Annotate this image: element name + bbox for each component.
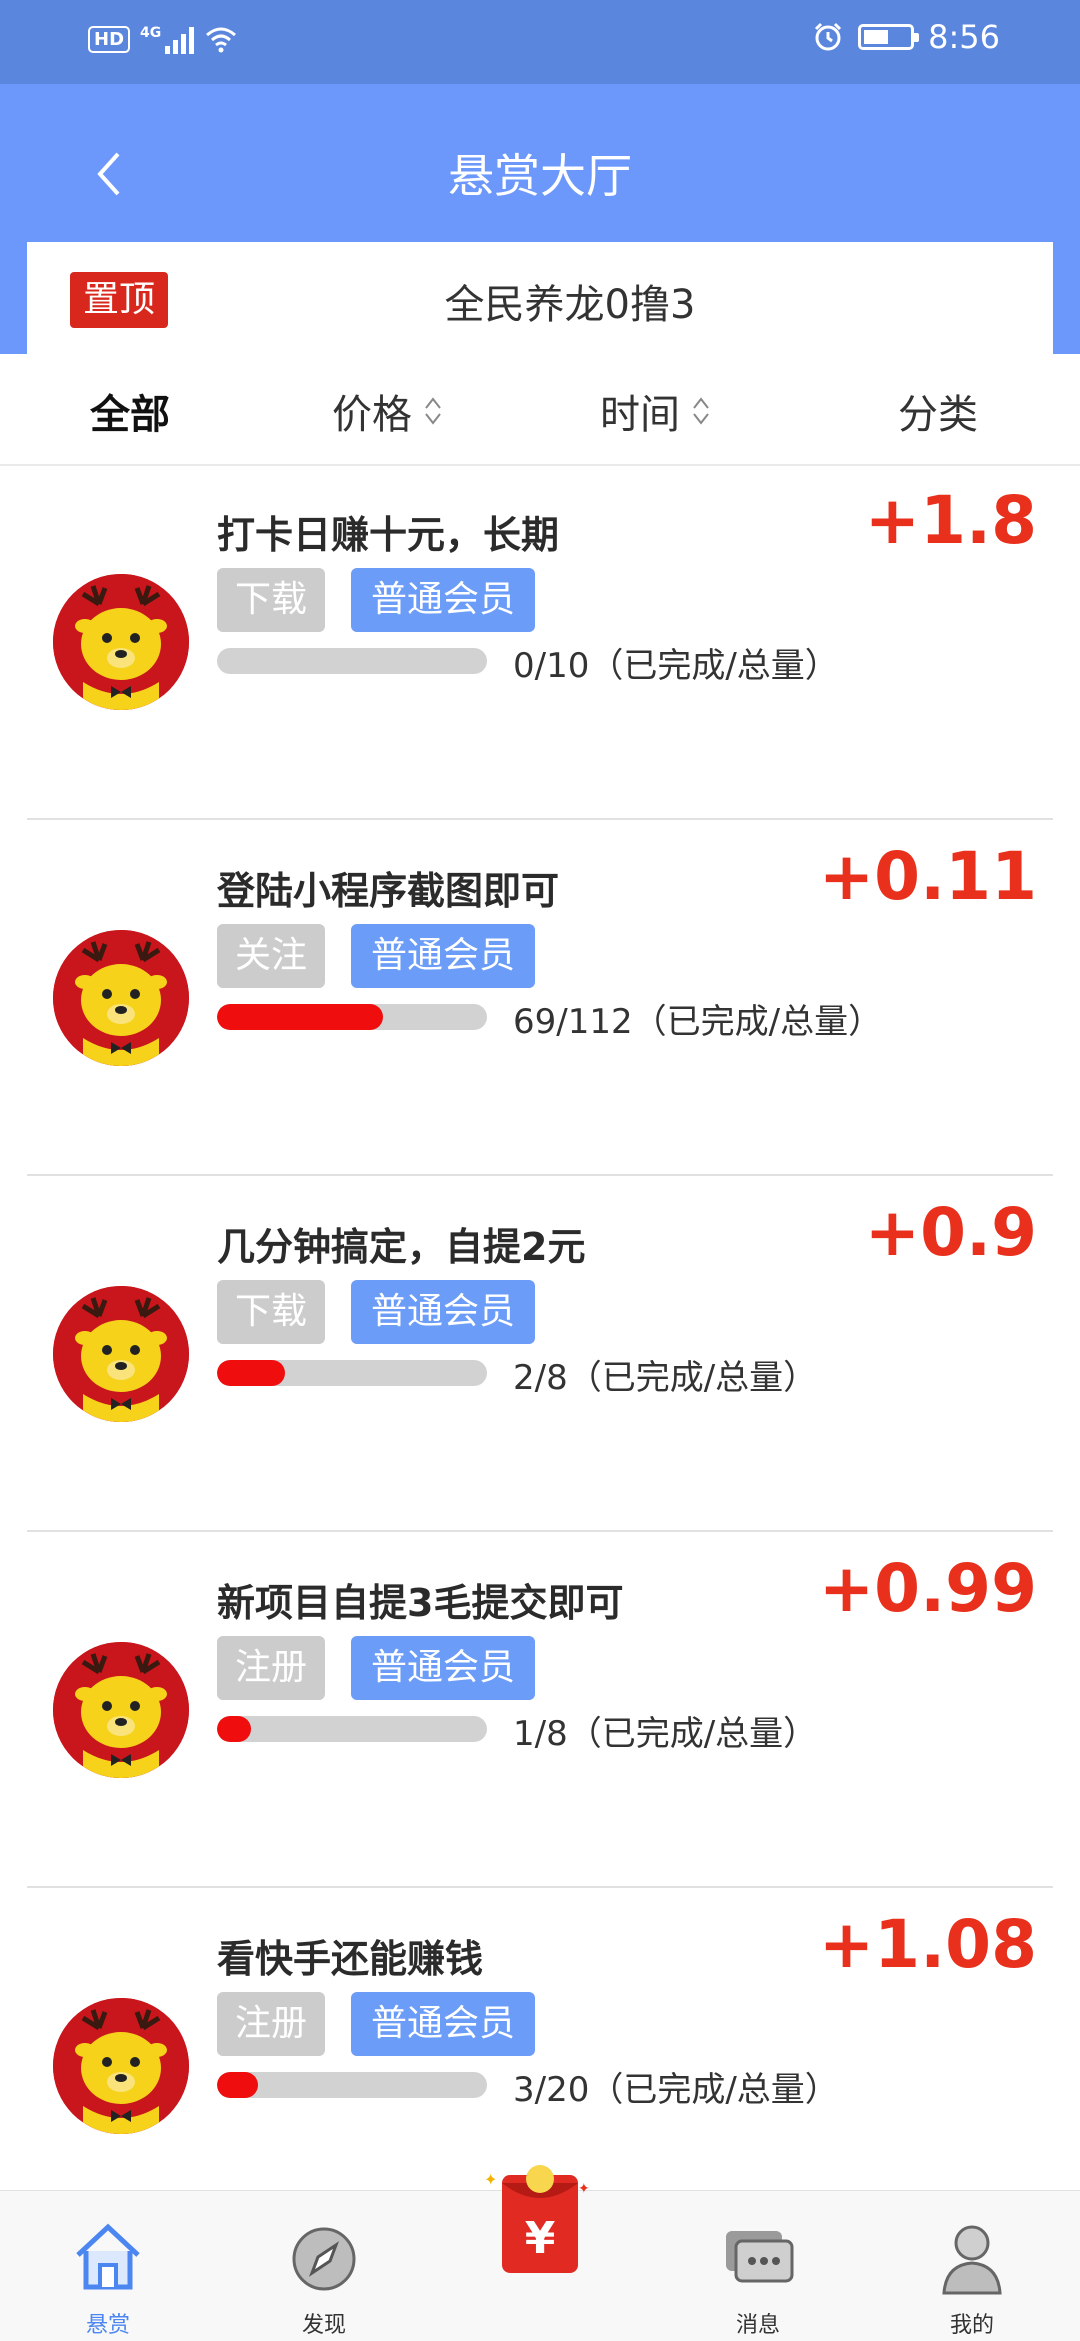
progress-fill <box>217 2072 258 2098</box>
avatar <box>53 1998 189 2134</box>
alarm-icon <box>815 22 842 51</box>
tab-discover[interactable]: 发现 <box>254 2191 394 2341</box>
progress-fill <box>217 1716 251 1742</box>
compass-icon <box>292 2227 356 2291</box>
task-reward: +0.9 <box>864 1194 1037 1271</box>
task-type-tag: 下载 <box>217 568 325 632</box>
progress-bar <box>217 1360 487 1386</box>
filter-category[interactable]: 分类 <box>898 382 978 440</box>
filter-label: 全部 <box>90 392 170 438</box>
signal-icon <box>165 24 195 54</box>
progress-fill <box>217 1360 285 1386</box>
home-icon <box>76 2223 140 2290</box>
member-level-tag: 普通会员 <box>351 1992 535 2056</box>
status-bar: HD 4G 8:56 <box>0 0 1080 84</box>
progress-text: 69/112（已完成/总量） <box>513 1002 883 1042</box>
user-icon <box>942 2225 1002 2295</box>
avatar <box>53 1642 189 1778</box>
filter-label: 分类 <box>898 392 978 438</box>
progress-text: 2/8（已完成/总量） <box>513 1358 818 1398</box>
avatar <box>53 574 189 710</box>
progress-fill <box>217 1004 384 1030</box>
task-title: 打卡日赚十元，长期 <box>217 513 560 557</box>
progress-bar <box>217 2072 487 2098</box>
task-list: 打卡日赚十元，长期 +1.8 下载 普通会员 0/10（已完成/总量） 登陆小程… <box>27 464 1053 2244</box>
task-type-tag: 注册 <box>217 1636 325 1700</box>
filter-all[interactable]: 全部 <box>90 382 170 440</box>
bottom-tabbar: 悬赏 发现 ✦ ✦ ¥ 消息 我的 <box>0 2165 1080 2341</box>
member-level-tag: 普通会员 <box>351 1636 535 1700</box>
hd-icon: HD <box>88 25 131 53</box>
filter-label: 价格 <box>332 392 412 438</box>
progress-bar <box>217 1716 487 1742</box>
tab-red-packet[interactable]: ✦ ✦ ¥ <box>478 2155 602 2305</box>
wifi-icon <box>206 27 237 53</box>
member-level-tag: 普通会员 <box>351 568 535 632</box>
progress-text: 0/10（已完成/总量） <box>513 646 839 686</box>
progress-bar <box>217 1004 487 1030</box>
task-item[interactable]: 打卡日赚十元，长期 +1.8 下载 普通会员 0/10（已完成/总量） <box>27 464 1053 820</box>
task-type-tag: 注册 <box>217 1992 325 2056</box>
task-reward: +0.99 <box>818 1550 1037 1627</box>
pinned-banner[interactable]: 置顶 全民养龙0撸3 <box>27 242 1053 354</box>
svg-text:✦: ✦ <box>578 2181 590 2197</box>
tab-bounty[interactable]: 悬赏 <box>38 2191 178 2341</box>
progress-text: 3/20（已完成/总量） <box>513 2070 839 2110</box>
status-left: HD 4G <box>88 22 238 56</box>
task-title: 登陆小程序截图即可 <box>217 869 560 913</box>
red-packet-icon: ✦ ✦ ¥ <box>484 2165 590 2273</box>
member-level-tag: 普通会员 <box>351 924 535 988</box>
avatar <box>53 1286 189 1422</box>
network-type: 4G <box>140 25 162 41</box>
task-item[interactable]: 登陆小程序截图即可 +0.11 关注 普通会员 69/112（已完成/总量） <box>27 820 1053 1176</box>
task-reward: +1.8 <box>864 482 1037 559</box>
tab-label: 我的 <box>949 2313 994 2338</box>
chat-icon <box>726 2231 794 2283</box>
filter-price[interactable]: 价格 <box>332 382 444 440</box>
task-item[interactable]: 新项目自提3毛提交即可 +0.99 注册 普通会员 1/8（已完成/总量） <box>27 1532 1053 1888</box>
task-type-tag: 下载 <box>217 1280 325 1344</box>
task-title: 看快手还能赚钱 <box>217 1937 484 1981</box>
progress-bar <box>217 648 487 674</box>
pinned-title: 全民养龙0撸3 <box>444 282 696 328</box>
task-item[interactable]: 几分钟搞定，自提2元 +0.9 下载 普通会员 2/8（已完成/总量） <box>27 1176 1053 1532</box>
battery-icon <box>858 24 920 50</box>
tab-label: 发现 <box>301 2313 346 2338</box>
status-right: 8:56 <box>812 18 1000 56</box>
filter-bar: 全部 价格 时间 分类 <box>0 354 1080 466</box>
task-type-tag: 关注 <box>217 924 325 988</box>
task-reward: +0.11 <box>818 838 1037 915</box>
filter-time[interactable]: 时间 <box>600 382 712 440</box>
page-title: 悬赏大厅 <box>448 149 632 203</box>
svg-text:✦: ✦ <box>484 2170 497 2189</box>
member-level-tag: 普通会员 <box>351 1280 535 1344</box>
task-reward: +1.08 <box>818 1906 1037 1983</box>
tab-label: 悬赏 <box>85 2313 130 2338</box>
tab-label: 消息 <box>735 2313 780 2338</box>
avatar <box>53 930 189 1066</box>
filter-label: 时间 <box>600 392 680 438</box>
task-title: 几分钟搞定，自提2元 <box>217 1225 586 1269</box>
tab-messages[interactable]: 消息 <box>688 2191 828 2341</box>
task-title: 新项目自提3毛提交即可 <box>217 1581 624 1625</box>
sort-icon <box>425 397 441 425</box>
tab-mine[interactable]: 我的 <box>902 2191 1042 2341</box>
yuan-symbol: ¥ <box>525 2213 556 2264</box>
progress-text: 1/8（已完成/总量） <box>513 1714 818 1754</box>
sort-icon <box>693 397 709 425</box>
clock: 8:56 <box>928 18 1000 56</box>
